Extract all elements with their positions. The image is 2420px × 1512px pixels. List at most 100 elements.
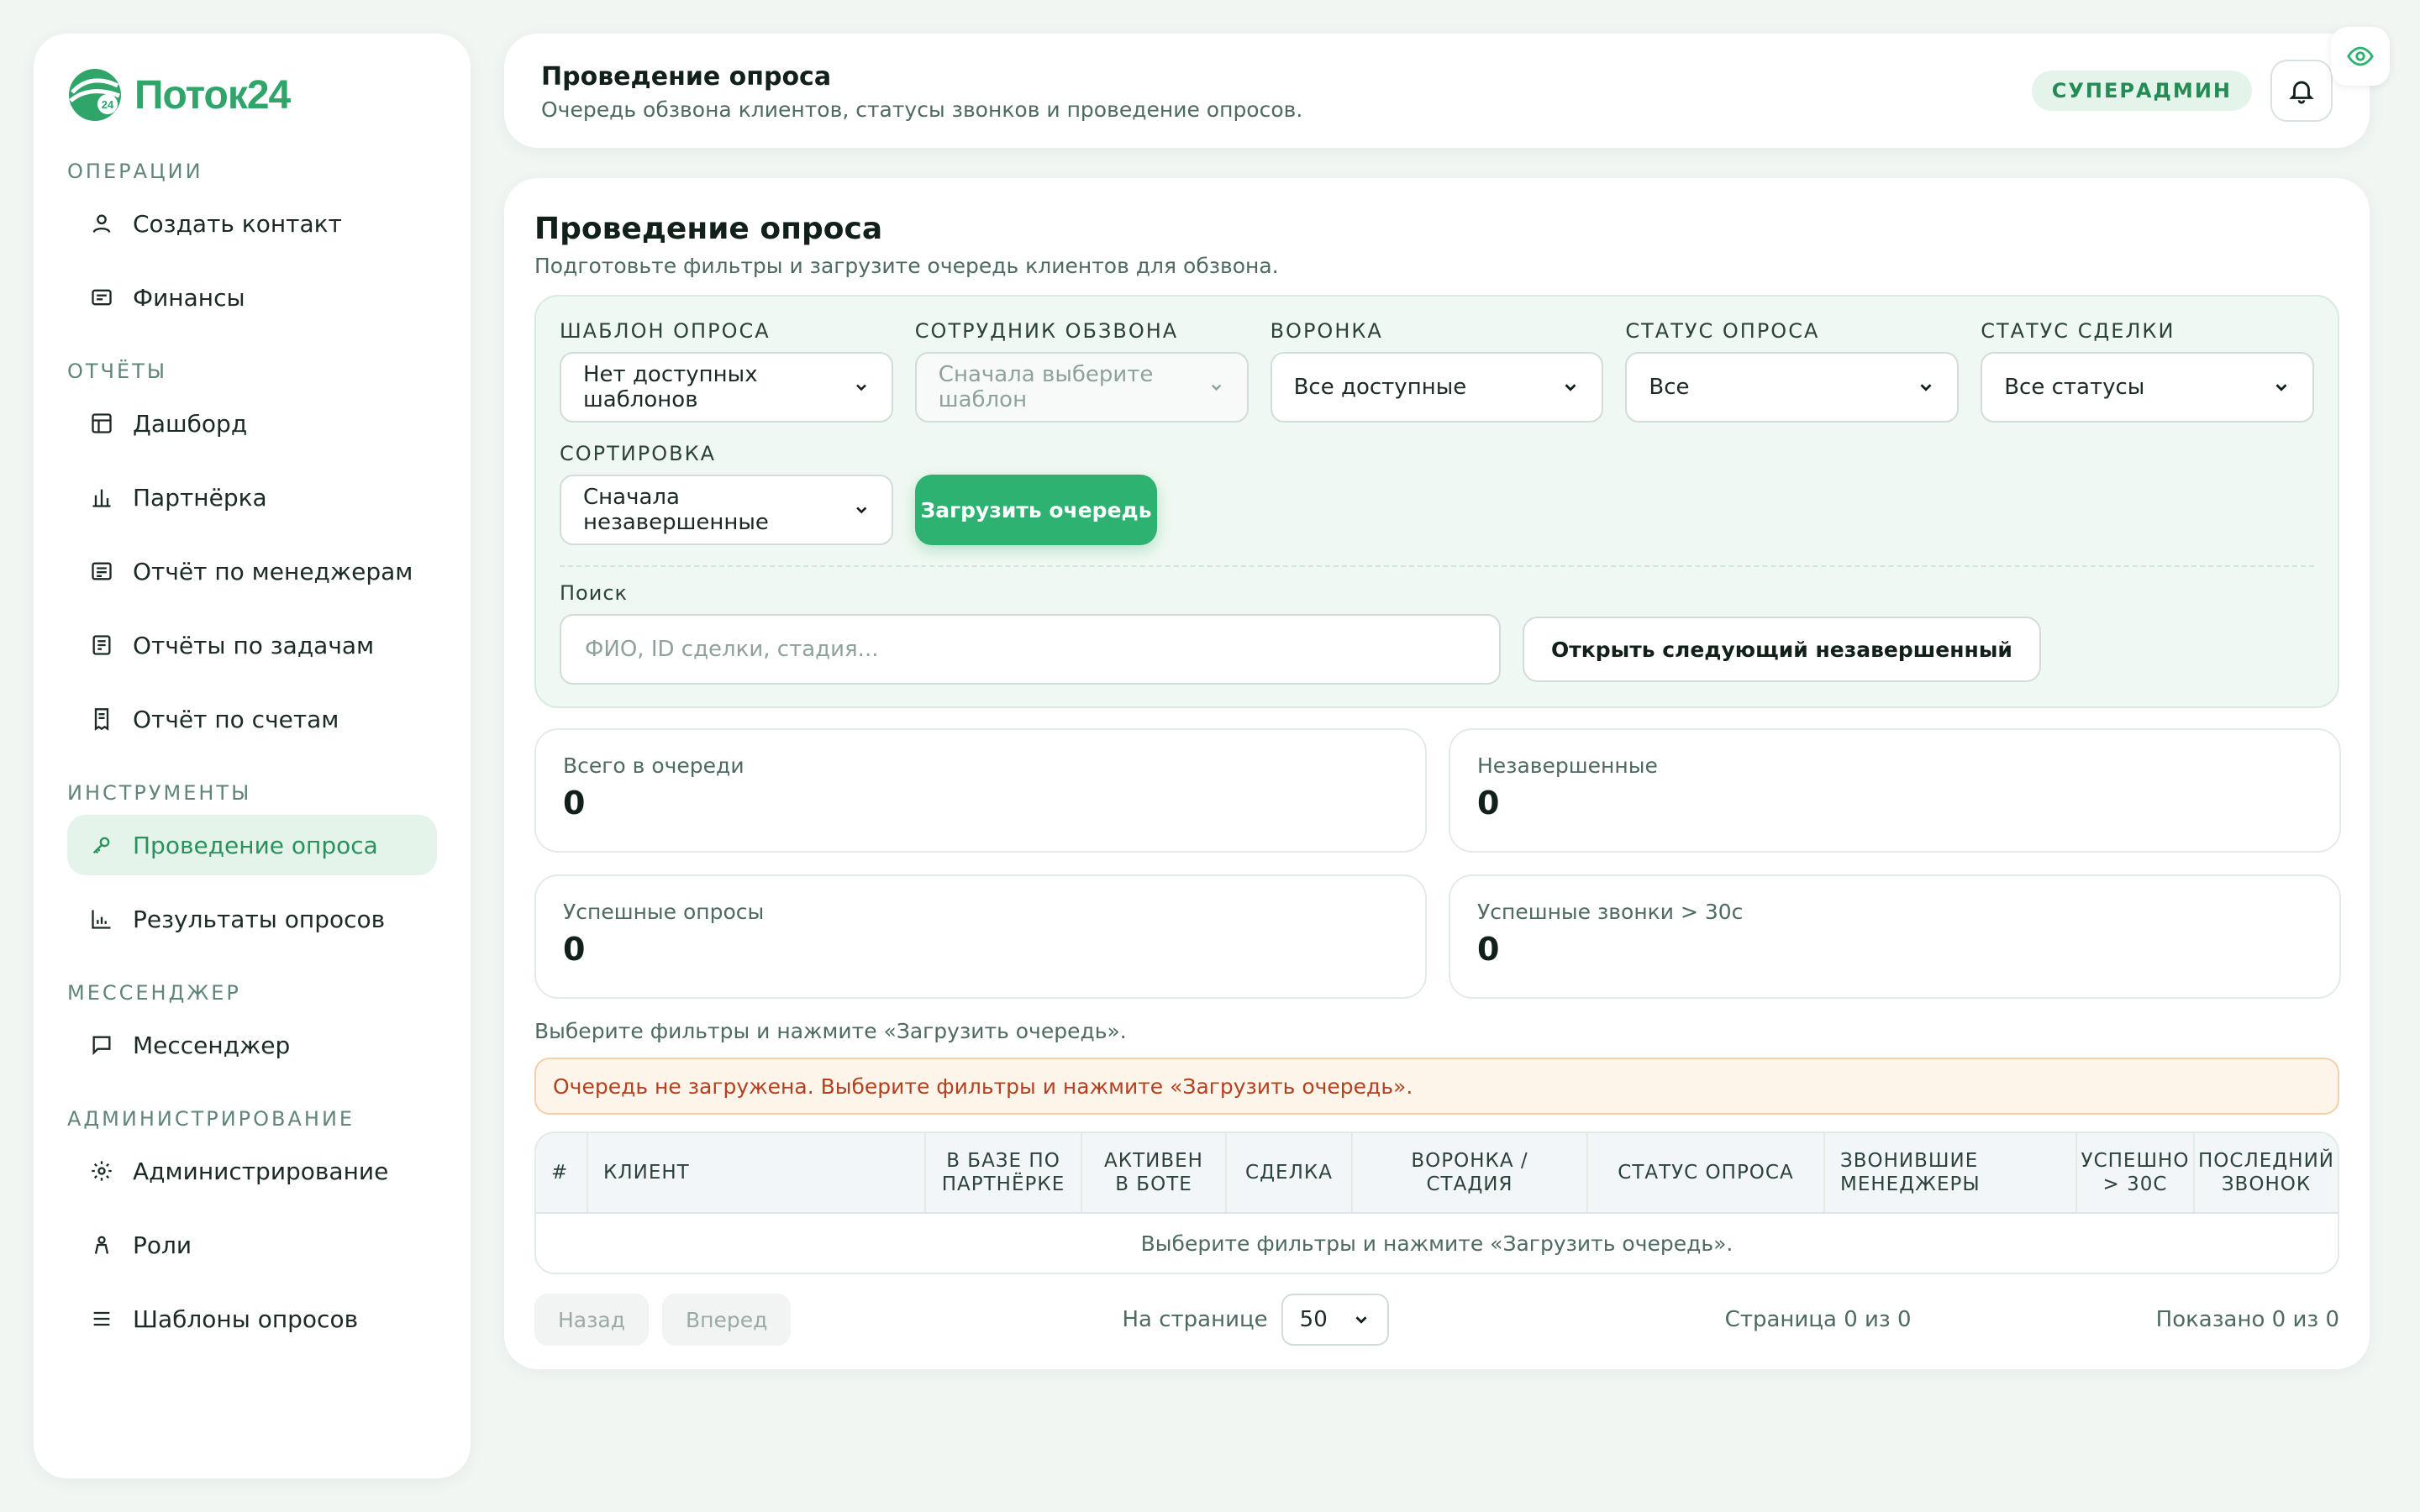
gear-icon (89, 1158, 114, 1184)
nav-section-operations: ОПЕРАЦИИ Создать контакт Финансы (67, 156, 437, 328)
section-subtitle: Подготовьте фильтры и загрузите очередь … (534, 254, 1279, 278)
column-header[interactable]: КЛИЕНТ (588, 1133, 926, 1212)
key-icon (89, 832, 114, 858)
sidebar-item-survey[interactable]: Проведение опроса (67, 815, 437, 875)
sidebar-item-invoices-report[interactable]: Отчёт по счетам (67, 689, 437, 749)
hint-text: Выберите фильтры и нажмите «Загрузить оч… (534, 1019, 1127, 1043)
chevron-down-icon (1355, 1316, 1367, 1324)
topbar-titles: Проведение опроса Очередь обзвона клиент… (541, 60, 2032, 122)
tasks-icon (89, 633, 114, 658)
sidebar-item-label: Отчёт по счетам (133, 705, 339, 733)
logo-badge: 24 (102, 98, 114, 111)
filter-label: СОРТИРОВКА (560, 442, 717, 465)
select-value: Сначала выберите шаблон (938, 362, 1154, 412)
survey-status-select[interactable]: Все (1625, 352, 1960, 423)
stat-value: 0 (1477, 931, 1500, 968)
sidebar-item-messenger[interactable]: Мессенджер (67, 1015, 437, 1075)
shown-count: Показано 0 из 0 (2155, 1307, 2339, 1332)
stat-label: Незавершенные (1477, 753, 1658, 778)
sidebar-item-roles[interactable]: Роли (67, 1215, 437, 1275)
select-value: Все доступные (1293, 375, 1467, 400)
pagination: Назад Вперед На странице 50 Страница 0 и… (534, 1293, 2339, 1347)
column-header[interactable]: АКТИВЕН В БОТЕ (1082, 1133, 1227, 1212)
warning-alert: Очередь не загружена. Выберите фильтры и… (534, 1058, 2339, 1115)
sidebar-item-create-contact[interactable]: Создать контакт (67, 193, 437, 254)
notifications-button[interactable] (2270, 60, 2333, 122)
stat-card: Незавершенные 0 (1449, 728, 2341, 853)
sort-select[interactable]: Сначала незавершенные (560, 475, 893, 545)
stat-value: 0 (563, 785, 586, 822)
sidebar-item-administration[interactable]: Администрирование (67, 1141, 437, 1201)
search-input[interactable]: ФИО, ID сделки, стадия... (560, 614, 1501, 685)
user-icon (89, 211, 114, 236)
column-header[interactable]: # (536, 1133, 588, 1212)
load-queue-button[interactable]: Загрузить очередь (915, 475, 1157, 545)
sidebar-item-dashboard[interactable]: Дашборд (67, 393, 437, 454)
filters-panel: ШАБЛОН ОПРОСА Нет доступных шаблонов СОТ… (534, 295, 2339, 708)
eye-icon (2347, 46, 2374, 66)
sidebar-item-label: Партнёрка (133, 483, 267, 512)
filters-divider (560, 565, 2314, 567)
nav-section-messenger: МЕССЕНДЖЕР Мессенджер (67, 978, 437, 1075)
sidebar-item-label: Результаты опросов (133, 905, 386, 933)
bell-icon (2289, 81, 2314, 104)
select-value: Все (1649, 375, 1690, 400)
caller-select[interactable]: Сначала выберите шаблон (914, 352, 1249, 423)
open-next-unfinished-button[interactable]: Открыть следующий незавершенный (1523, 617, 2041, 682)
sidebar-item-partner[interactable]: Партнёрка (67, 467, 437, 528)
sidebar-item-label: Шаблоны опросов (133, 1305, 359, 1333)
deal-status-select[interactable]: Все статусы (1981, 352, 2314, 423)
sidebar-item-label: Финансы (133, 283, 245, 312)
column-header[interactable]: СДЕЛКА (1227, 1133, 1353, 1212)
filter-label: СТАТУС СДЕЛКИ (1981, 319, 2175, 343)
column-header[interactable]: ПОСЛЕДНИЙ ЗВОНОК (2195, 1133, 2338, 1212)
chevron-down-icon (1565, 384, 1576, 391)
chevron-down-icon (1920, 384, 1932, 391)
brand-logo[interactable]: 24 Поток24 (67, 67, 437, 123)
select-value: Нет доступных шаблонов (583, 362, 758, 412)
next-page-button[interactable]: Вперед (662, 1294, 792, 1346)
nav-heading: ОПЕРАЦИИ (67, 160, 203, 183)
page-subtitle: Очередь обзвона клиентов, статусы звонко… (541, 97, 1303, 122)
stat-label: Всего в очереди (563, 753, 744, 778)
column-header[interactable]: В БАЗЕ ПО ПАРТНЁРКЕ (926, 1133, 1082, 1212)
filter-template: ШАБЛОН ОПРОСА Нет доступных шаблонов (560, 317, 893, 423)
sidebar-item-managers-report[interactable]: Отчёт по менеджерам (67, 541, 437, 601)
filters-row: ШАБЛОН ОПРОСА Нет доступных шаблонов СОТ… (560, 317, 2314, 423)
nav-heading: МЕССЕНДЖЕР (67, 981, 241, 1005)
stats-grid: Всего в очереди 0 Незавершенные 0 Успешн… (534, 728, 2341, 999)
search-label: Поиск (560, 581, 629, 605)
funnel-select[interactable]: Все доступные (1270, 352, 1604, 423)
prev-page-button[interactable]: Назад (534, 1294, 650, 1346)
sidebar: 24 Поток24 ОПЕРАЦИИ Создать контакт Фина… (34, 34, 471, 1478)
visibility-toggle-button[interactable] (2331, 27, 2390, 86)
search-row: ФИО, ID сделки, стадия... Открыть следую… (560, 614, 2314, 685)
per-page-select[interactable]: 50 (1281, 1294, 1389, 1346)
main-panel: Проведение опроса Подготовьте фильтры и … (504, 178, 2370, 1369)
sidebar-item-survey-results[interactable]: Результаты опросов (67, 889, 437, 949)
sidebar-item-label: Мессенджер (133, 1031, 291, 1059)
column-header[interactable]: СТАТУС ОПРОСА (1588, 1133, 1825, 1212)
sidebar-item-label: Отчёты по задачам (133, 631, 375, 659)
stat-value: 0 (563, 931, 586, 968)
sidebar-item-finance[interactable]: Финансы (67, 267, 437, 328)
sidebar-item-tasks-report[interactable]: Отчёты по задачам (67, 615, 437, 675)
column-header[interactable]: УСПЕШНО > 30С (2077, 1133, 2195, 1212)
sidebar-item-survey-templates[interactable]: Шаблоны опросов (67, 1289, 437, 1349)
list-card-icon (89, 559, 114, 584)
sidebar-item-label: Роли (133, 1231, 192, 1259)
filter-caller: СОТРУДНИК ОБЗВОНА Сначала выберите шабло… (914, 317, 1249, 423)
select-value: Все статусы (2004, 375, 2145, 400)
stat-value: 0 (1477, 785, 1500, 822)
chevron-down-icon (1212, 384, 1222, 391)
filter-funnel: ВОРОНКА Все доступные (1270, 317, 1604, 423)
filters-row-2: СОРТИРОВКА Сначала незавершенные Загрузи… (560, 439, 2314, 545)
brand-name: Поток24 (134, 72, 291, 118)
chat-icon (89, 1032, 114, 1058)
column-header[interactable]: ЗВОНИВШИЕ МЕНЕДЖЕРЫ (1825, 1133, 2077, 1212)
column-header[interactable]: ВОРОНКА / СТАДИЯ (1353, 1133, 1588, 1212)
template-select[interactable]: Нет доступных шаблонов (560, 352, 893, 423)
sidebar-item-label: Администрирование (133, 1157, 389, 1185)
filter-label: ШАБЛОН ОПРОСА (560, 319, 771, 343)
sidebar-item-label: Дашборд (133, 409, 248, 438)
